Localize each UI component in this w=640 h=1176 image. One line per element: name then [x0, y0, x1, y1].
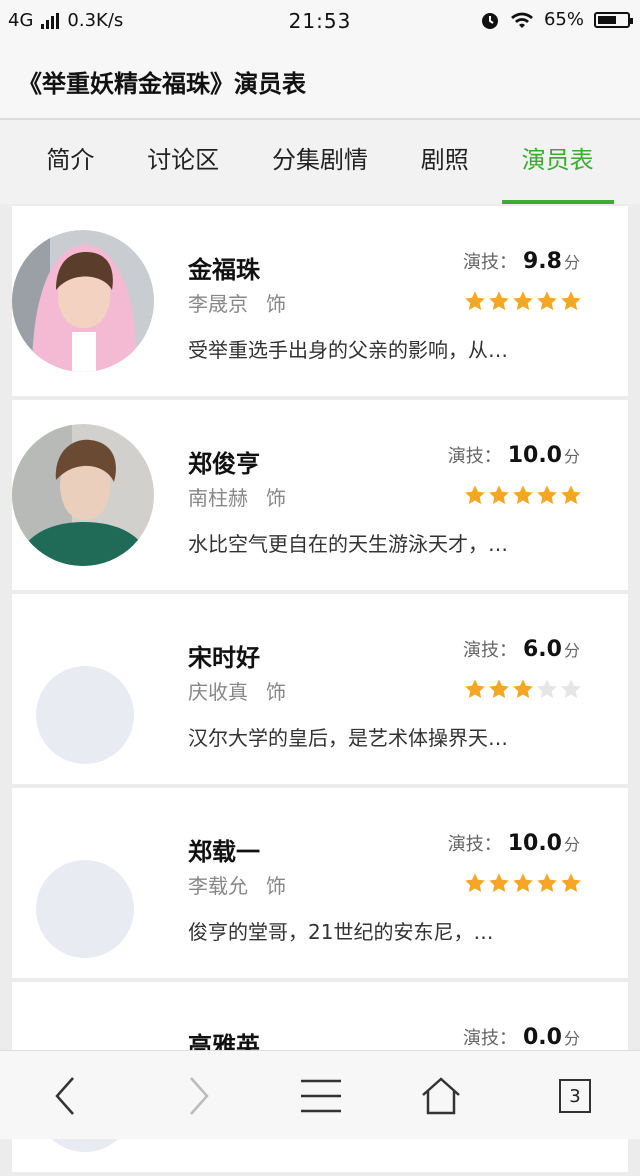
character-description: 水比空气更自在的天生游泳天才，…: [188, 532, 508, 556]
score-unit: 分: [563, 447, 580, 466]
star-filled-icon: [537, 291, 557, 310]
score-value: 10.0: [507, 831, 562, 856]
score-value: 10.0: [507, 443, 562, 468]
home-icon: [422, 1077, 460, 1115]
home-button[interactable]: [418, 1073, 464, 1119]
menu-icon: [301, 1079, 341, 1113]
star-filled-icon: [465, 291, 485, 310]
character-description: 汉尔大学的皇后，是艺术体操界天…: [188, 726, 508, 750]
back-button[interactable]: [42, 1073, 88, 1119]
star-empty-icon: [561, 679, 581, 698]
chevron-right-icon: [190, 1077, 209, 1115]
avatar: [36, 666, 134, 764]
star-filled-icon: [489, 873, 509, 892]
bottom-nav: 3: [0, 1050, 640, 1139]
score-value: 9.8: [523, 249, 562, 274]
tab-4[interactable]: 演员表: [501, 120, 614, 204]
actor-line: 李晟京饰: [188, 288, 286, 317]
tab-2[interactable]: 分集剧情: [260, 120, 380, 204]
star-rating: [464, 872, 582, 894]
star-filled-icon: [513, 873, 533, 892]
actor-line: 南柱赫饰: [188, 482, 286, 511]
star-filled-icon: [561, 291, 581, 310]
star-empty-icon: [537, 679, 557, 698]
cast-list: 金福珠 李晟京饰演技： 9.8 分受举重选手出身的父亲的影响，从… 郑俊亨 南柱赫饰演技：…: [12, 206, 628, 1176]
cast-card[interactable]: 金福珠李晟京饰 演技： 9.8 分受举重选手出身的父亲的影响，从…: [12, 206, 628, 396]
star-filled-icon: [513, 485, 533, 504]
as-label: 饰: [266, 292, 286, 316]
as-label: 饰: [266, 680, 286, 704]
actor-name: 南柱赫: [188, 486, 248, 510]
actor-name: 李载允: [188, 874, 248, 898]
as-label: 饰: [266, 874, 286, 898]
star-filled-icon: [489, 291, 509, 310]
title-bar: 《举重妖精金福珠》演员表: [0, 44, 640, 120]
acting-score: 演技： 0.0 分: [463, 1024, 580, 1050]
actor-line: 庆收真饰: [188, 676, 286, 705]
cast-card[interactable]: 郑载一李载允饰 演技： 10.0 分俊亨的堂哥，21世纪的安东尼，…: [12, 788, 628, 978]
tab-count: 3: [559, 1079, 591, 1113]
star-filled-icon: [537, 873, 557, 892]
chevron-left-icon: [55, 1077, 74, 1115]
tab-1[interactable]: 讨论区: [135, 120, 231, 204]
actor-name: 李晟京: [188, 292, 248, 316]
score-unit: 分: [563, 1029, 580, 1048]
star-rating: [464, 290, 582, 312]
star-filled-icon: [465, 485, 485, 504]
tab-3[interactable]: 剧照: [409, 120, 481, 204]
score-label: 演技：: [463, 1028, 517, 1049]
tab-bar: 简介 讨论区 分集剧情 剧照 演员表: [0, 120, 640, 204]
tabs-button[interactable]: 3: [552, 1073, 598, 1119]
page-title: 《举重妖精金福珠》演员表: [18, 70, 306, 98]
acting-score: 演技： 6.0 分: [463, 636, 580, 662]
star-filled-icon: [513, 291, 533, 310]
character-name: 郑俊亨: [188, 450, 260, 478]
battery-icon: [594, 11, 633, 28]
acting-score: 演技： 10.0 分: [448, 442, 580, 468]
score-label: 演技：: [463, 640, 517, 661]
acting-score: 演技： 10.0 分: [448, 830, 580, 856]
star-filled-icon: [465, 679, 485, 698]
cast-card[interactable]: 郑俊亨南柱赫饰 演技： 10.0 分水比空气更自在的天生游泳天才，…: [12, 400, 628, 590]
avatar: [12, 424, 154, 566]
score-unit: 分: [563, 253, 580, 272]
star-filled-icon: [489, 679, 509, 698]
score-label: 演技：: [463, 252, 517, 273]
wifi-icon: [510, 12, 533, 28]
score-label: 演技：: [447, 446, 502, 467]
character-name: 宋时好: [188, 644, 260, 672]
star-filled-icon: [465, 873, 485, 892]
acting-score: 演技： 9.8 分: [463, 248, 580, 274]
forward-button[interactable]: [176, 1073, 222, 1119]
cast-card[interactable]: 宋时好庆收真饰 演技： 6.0 分汉尔大学的皇后，是艺术体操界天…: [12, 594, 628, 784]
character-description: 受举重选手出身的父亲的影响，从…: [188, 338, 508, 362]
character-name: 郑载一: [188, 838, 260, 866]
character-name: 金福珠: [188, 256, 260, 284]
score-unit: 分: [563, 835, 580, 854]
character-description: 俊亨的堂哥，21世纪的安东尼，…: [188, 920, 494, 944]
avatar: [12, 230, 154, 372]
score-label: 演技：: [447, 834, 502, 855]
menu-button[interactable]: [298, 1073, 344, 1119]
score-unit: 分: [563, 641, 580, 660]
actor-line: 李载允饰: [188, 870, 286, 899]
actor-name: 庆收真: [188, 680, 248, 704]
status-bar: 4G 0.3K/s 21:53 65%: [0, 0, 640, 44]
star-rating: [464, 484, 582, 506]
star-filled-icon: [561, 873, 581, 892]
score-value: 6.0: [523, 637, 562, 662]
score-value: 0.0: [523, 1025, 562, 1050]
star-filled-icon: [489, 485, 509, 504]
alarm-icon: [481, 12, 498, 29]
star-filled-icon: [537, 485, 557, 504]
battery-percent: 65%: [543, 9, 584, 30]
as-label: 饰: [266, 486, 286, 510]
tab-0[interactable]: 简介: [34, 120, 106, 204]
star-filled-icon: [513, 679, 533, 698]
star-rating: [464, 678, 582, 700]
avatar: [36, 860, 134, 958]
star-filled-icon: [561, 485, 581, 504]
